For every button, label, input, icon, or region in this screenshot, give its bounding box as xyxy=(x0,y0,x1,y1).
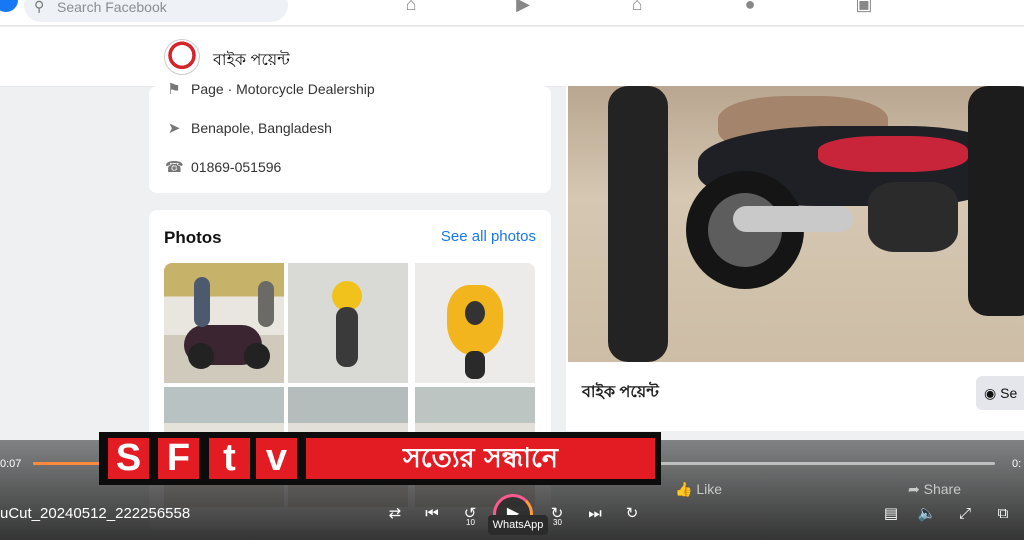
category-text: Page · Motorcycle Dealership xyxy=(191,81,375,97)
banner-letter: S xyxy=(108,438,149,479)
shuffle-icon[interactable]: ⇄ xyxy=(384,503,406,525)
home-icon[interactable]: ⌂ xyxy=(398,0,424,16)
post-photo[interactable] xyxy=(568,86,1024,362)
post-card: বাইক পয়েন্ট ◉ Se xyxy=(566,86,1024,431)
search-icon: ⚲ xyxy=(34,0,45,14)
banner-letter: v xyxy=(256,438,297,479)
banner-letter: F xyxy=(158,438,199,479)
previous-icon[interactable]: ⏮ xyxy=(421,503,443,525)
search-placeholder: Search Facebook xyxy=(57,0,167,15)
next-icon[interactable]: ⏭ xyxy=(584,503,606,525)
play-tooltip: WhatsApp xyxy=(488,515,548,535)
photos-heading: Photos xyxy=(164,228,222,247)
like-button[interactable]: 👍 Like xyxy=(675,481,722,498)
page-header: বাইক পয়েন্ট xyxy=(0,27,1024,87)
location-text[interactable]: Benapole, Bangladesh xyxy=(191,120,332,136)
page-title[interactable]: বাইক পয়েন্ট xyxy=(213,47,290,74)
facebook-logo-icon[interactable] xyxy=(0,0,18,12)
photo-thumbnail[interactable] xyxy=(164,263,284,383)
video-icon[interactable]: ▶ xyxy=(510,0,536,16)
file-name: uCut_20240512_222256558 xyxy=(0,505,191,522)
banner-letter: t xyxy=(209,438,250,479)
like-icon: 👍 xyxy=(675,481,693,497)
see-all-photos-link[interactable]: See all photos xyxy=(441,228,536,245)
share-label: Share xyxy=(923,481,961,497)
location-row: ➤ Benapole, Bangladesh xyxy=(165,119,332,137)
share-button[interactable]: ➦ Share xyxy=(908,481,961,498)
post-author[interactable]: বাইক পয়েন্ট xyxy=(582,379,659,406)
flag-icon: ⚑ xyxy=(167,81,181,98)
gaming-icon[interactable]: ▣ xyxy=(851,0,877,16)
messenger-icon: ◉ xyxy=(984,385,997,401)
facebook-top-bar: ⚲ Search Facebook ⌂ ▶ ⌂ ● ▣ xyxy=(0,0,1024,26)
send-message-button[interactable]: ◉ Se xyxy=(976,376,1024,410)
skip-back-button[interactable]: ↺ 10 xyxy=(459,503,481,527)
share-icon: ➦ xyxy=(908,481,920,497)
phone-row: ☎ 01869-051596 xyxy=(165,158,281,176)
skip-forward-button[interactable]: ↻ 30 xyxy=(546,503,568,527)
send-message-label: Se xyxy=(1000,385,1018,401)
subtitles-icon[interactable]: ▤ xyxy=(880,503,902,525)
marketplace-icon[interactable]: ⌂ xyxy=(624,0,650,16)
channel-banner: S F t v সত্যের সন্ধানে xyxy=(99,432,661,485)
like-label: Like xyxy=(696,481,723,497)
fullscreen-icon[interactable]: ⤢ xyxy=(954,503,976,525)
directions-icon: ➤ xyxy=(167,120,181,137)
repeat-off-icon[interactable]: ↻ xyxy=(621,503,643,525)
search-input[interactable]: ⚲ Search Facebook xyxy=(24,0,288,22)
seek-bar-progress xyxy=(33,462,101,465)
groups-icon[interactable]: ● xyxy=(737,0,763,16)
elapsed-time: 0:07 xyxy=(0,458,22,470)
photo-thumbnail[interactable] xyxy=(415,263,535,383)
intro-card: ⚑ Page · Motorcycle Dealership ➤ Benapole,… xyxy=(149,81,551,193)
skip-back-seconds: 10 xyxy=(466,518,475,527)
skip-forward-seconds: 30 xyxy=(553,518,562,527)
phone-icon: ☎ xyxy=(165,159,184,176)
phone-text[interactable]: 01869-051596 xyxy=(191,159,281,175)
volume-icon[interactable]: 🔈 xyxy=(916,503,938,525)
mini-player-icon[interactable]: ⧉ xyxy=(992,503,1014,525)
total-time: 0: xyxy=(1012,458,1022,470)
category-row: ⚑ Page · Motorcycle Dealership xyxy=(165,80,375,98)
photo-thumbnail[interactable] xyxy=(288,263,408,383)
banner-tagline: সত্যের সন্ধানে xyxy=(306,438,655,479)
page-avatar[interactable] xyxy=(164,39,200,75)
